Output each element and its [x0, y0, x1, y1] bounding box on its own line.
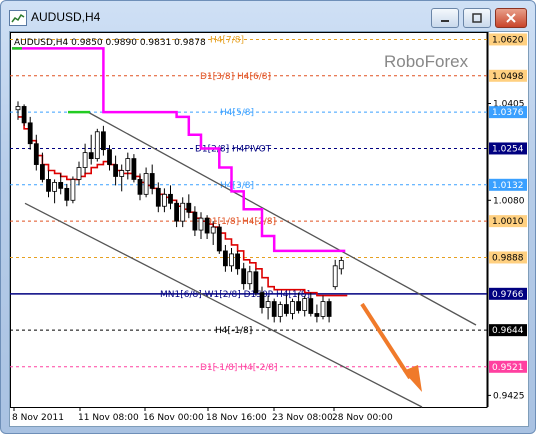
price-label: 0.9425 [493, 391, 525, 401]
candle-body [180, 202, 186, 222]
level-label: D1[-1/8] H4[-2/8] [200, 363, 278, 373]
level-label: D1[3/8] H4[6/8] [200, 72, 271, 82]
candle-body [247, 271, 253, 285]
candle-body [198, 217, 204, 231]
candle-body [277, 304, 283, 317]
time-label: 11 Nov 08:00 [78, 413, 139, 423]
time-label: 28 Nov 00:00 [332, 413, 393, 423]
candle-body [88, 152, 94, 159]
candle-body [58, 182, 64, 189]
candle-body [149, 173, 155, 189]
candle-body [64, 187, 70, 201]
candle-body [253, 271, 259, 294]
forecast-arrow-shaft [360, 302, 412, 380]
candle-body [186, 202, 192, 213]
candle-body [94, 131, 100, 159]
candle-body [76, 167, 82, 180]
window-title: AUDUSD,H4 [31, 10, 101, 24]
candle-body [143, 173, 149, 195]
candle-body [235, 253, 241, 270]
candle-body [320, 301, 326, 317]
price-chart[interactable]: H4[7/8]D1[3/8] H4[6/8]H4[5/8]D1[2/8] H4P… [10, 32, 528, 426]
candle-body [119, 170, 125, 177]
candle-body [161, 193, 167, 207]
candle-body [210, 226, 216, 234]
candle-body [33, 143, 39, 165]
candle-body [204, 217, 210, 234]
time-label: 8 Nov 2011 [12, 413, 64, 423]
time-label: 23 Nov 08:00 [272, 413, 333, 423]
symbol-info: AUDUSD,H4 0.9850 0.9890 0.9831 0.9878 [14, 38, 206, 48]
price-label: 1.0080 [493, 196, 525, 206]
candle-body [241, 268, 247, 285]
minimize-icon [441, 20, 449, 22]
minimize-button[interactable] [431, 8, 459, 28]
candle-body [113, 164, 118, 177]
chart-area[interactable]: H4[7/8] D1[3/8] H4[6/8] H4[5/8] D1[2/8] H4P… [9, 31, 529, 427]
price-tag: 0.9766 [492, 290, 524, 300]
candle-body [265, 301, 271, 308]
candle-body [192, 211, 198, 231]
price-tag: 1.0620 [492, 35, 524, 45]
candle-body [302, 298, 308, 311]
candle-body [46, 179, 51, 192]
candle-body [326, 301, 332, 317]
candle-body [39, 164, 45, 180]
candle-body [314, 313, 320, 317]
price-tag: 0.9644 [492, 326, 524, 336]
maximize-button[interactable] [463, 8, 491, 28]
candle-body [216, 226, 222, 252]
candle-body [283, 304, 289, 314]
candle-body [52, 182, 57, 192]
candle-body [271, 301, 277, 317]
candle-body [27, 122, 33, 145]
price-tag: 1.0376 [492, 108, 524, 118]
candle-body [101, 131, 106, 151]
candle-body [15, 106, 21, 111]
chart-window-icon [9, 10, 27, 26]
candle-body [21, 106, 27, 124]
candle-body [259, 292, 265, 308]
candle-body [155, 187, 161, 207]
level-label: H4[7/8] [210, 35, 244, 45]
price-tag: 0.9888 [492, 253, 524, 263]
level-label: H4[5/8] [220, 108, 254, 118]
price-tag: 1.0010 [492, 217, 524, 227]
candle-body [107, 149, 112, 165]
candle-body [222, 250, 228, 267]
candle-body [174, 202, 180, 222]
candle-body [229, 253, 234, 267]
candle-body [137, 179, 143, 195]
time-label: 16 Nov 00:00 [143, 413, 204, 423]
title-bar[interactable]: AUDUSD,H4 [1, 1, 535, 31]
candle-body [70, 179, 76, 201]
candle-body [290, 301, 295, 314]
time-label: 18 Nov 16:00 [206, 413, 267, 423]
level-label: MN1[6/8] W1[2/8] D1S0P H4[1/8] [160, 290, 310, 300]
candle-body [338, 260, 344, 270]
price-tag: 1.0254 [492, 144, 524, 154]
price-tag: 1.0132 [492, 181, 524, 191]
candle-body [296, 301, 302, 311]
level-label: H4[3/8] [220, 181, 254, 191]
close-button[interactable] [495, 8, 527, 28]
price-tag: 1.0498 [492, 72, 524, 82]
maximize-icon [472, 13, 482, 23]
price-tag: 0.9521 [492, 363, 524, 373]
level-label: D1[1/8] H4[2/8] [205, 217, 276, 227]
level-label: H4[-1/8] [215, 326, 252, 336]
candle-body [332, 265, 338, 288]
candle-body [168, 193, 173, 204]
close-icon [506, 13, 516, 23]
candle-body [125, 158, 131, 171]
candle-body [308, 298, 314, 314]
watermark: RoboForex [384, 52, 469, 71]
candle-body [82, 152, 88, 168]
chart-window: AUDUSD,H4 H4[7/8] D1[3/8] H4[6/8] H4[5/8] D… [0, 0, 536, 434]
candle-body [131, 158, 137, 180]
